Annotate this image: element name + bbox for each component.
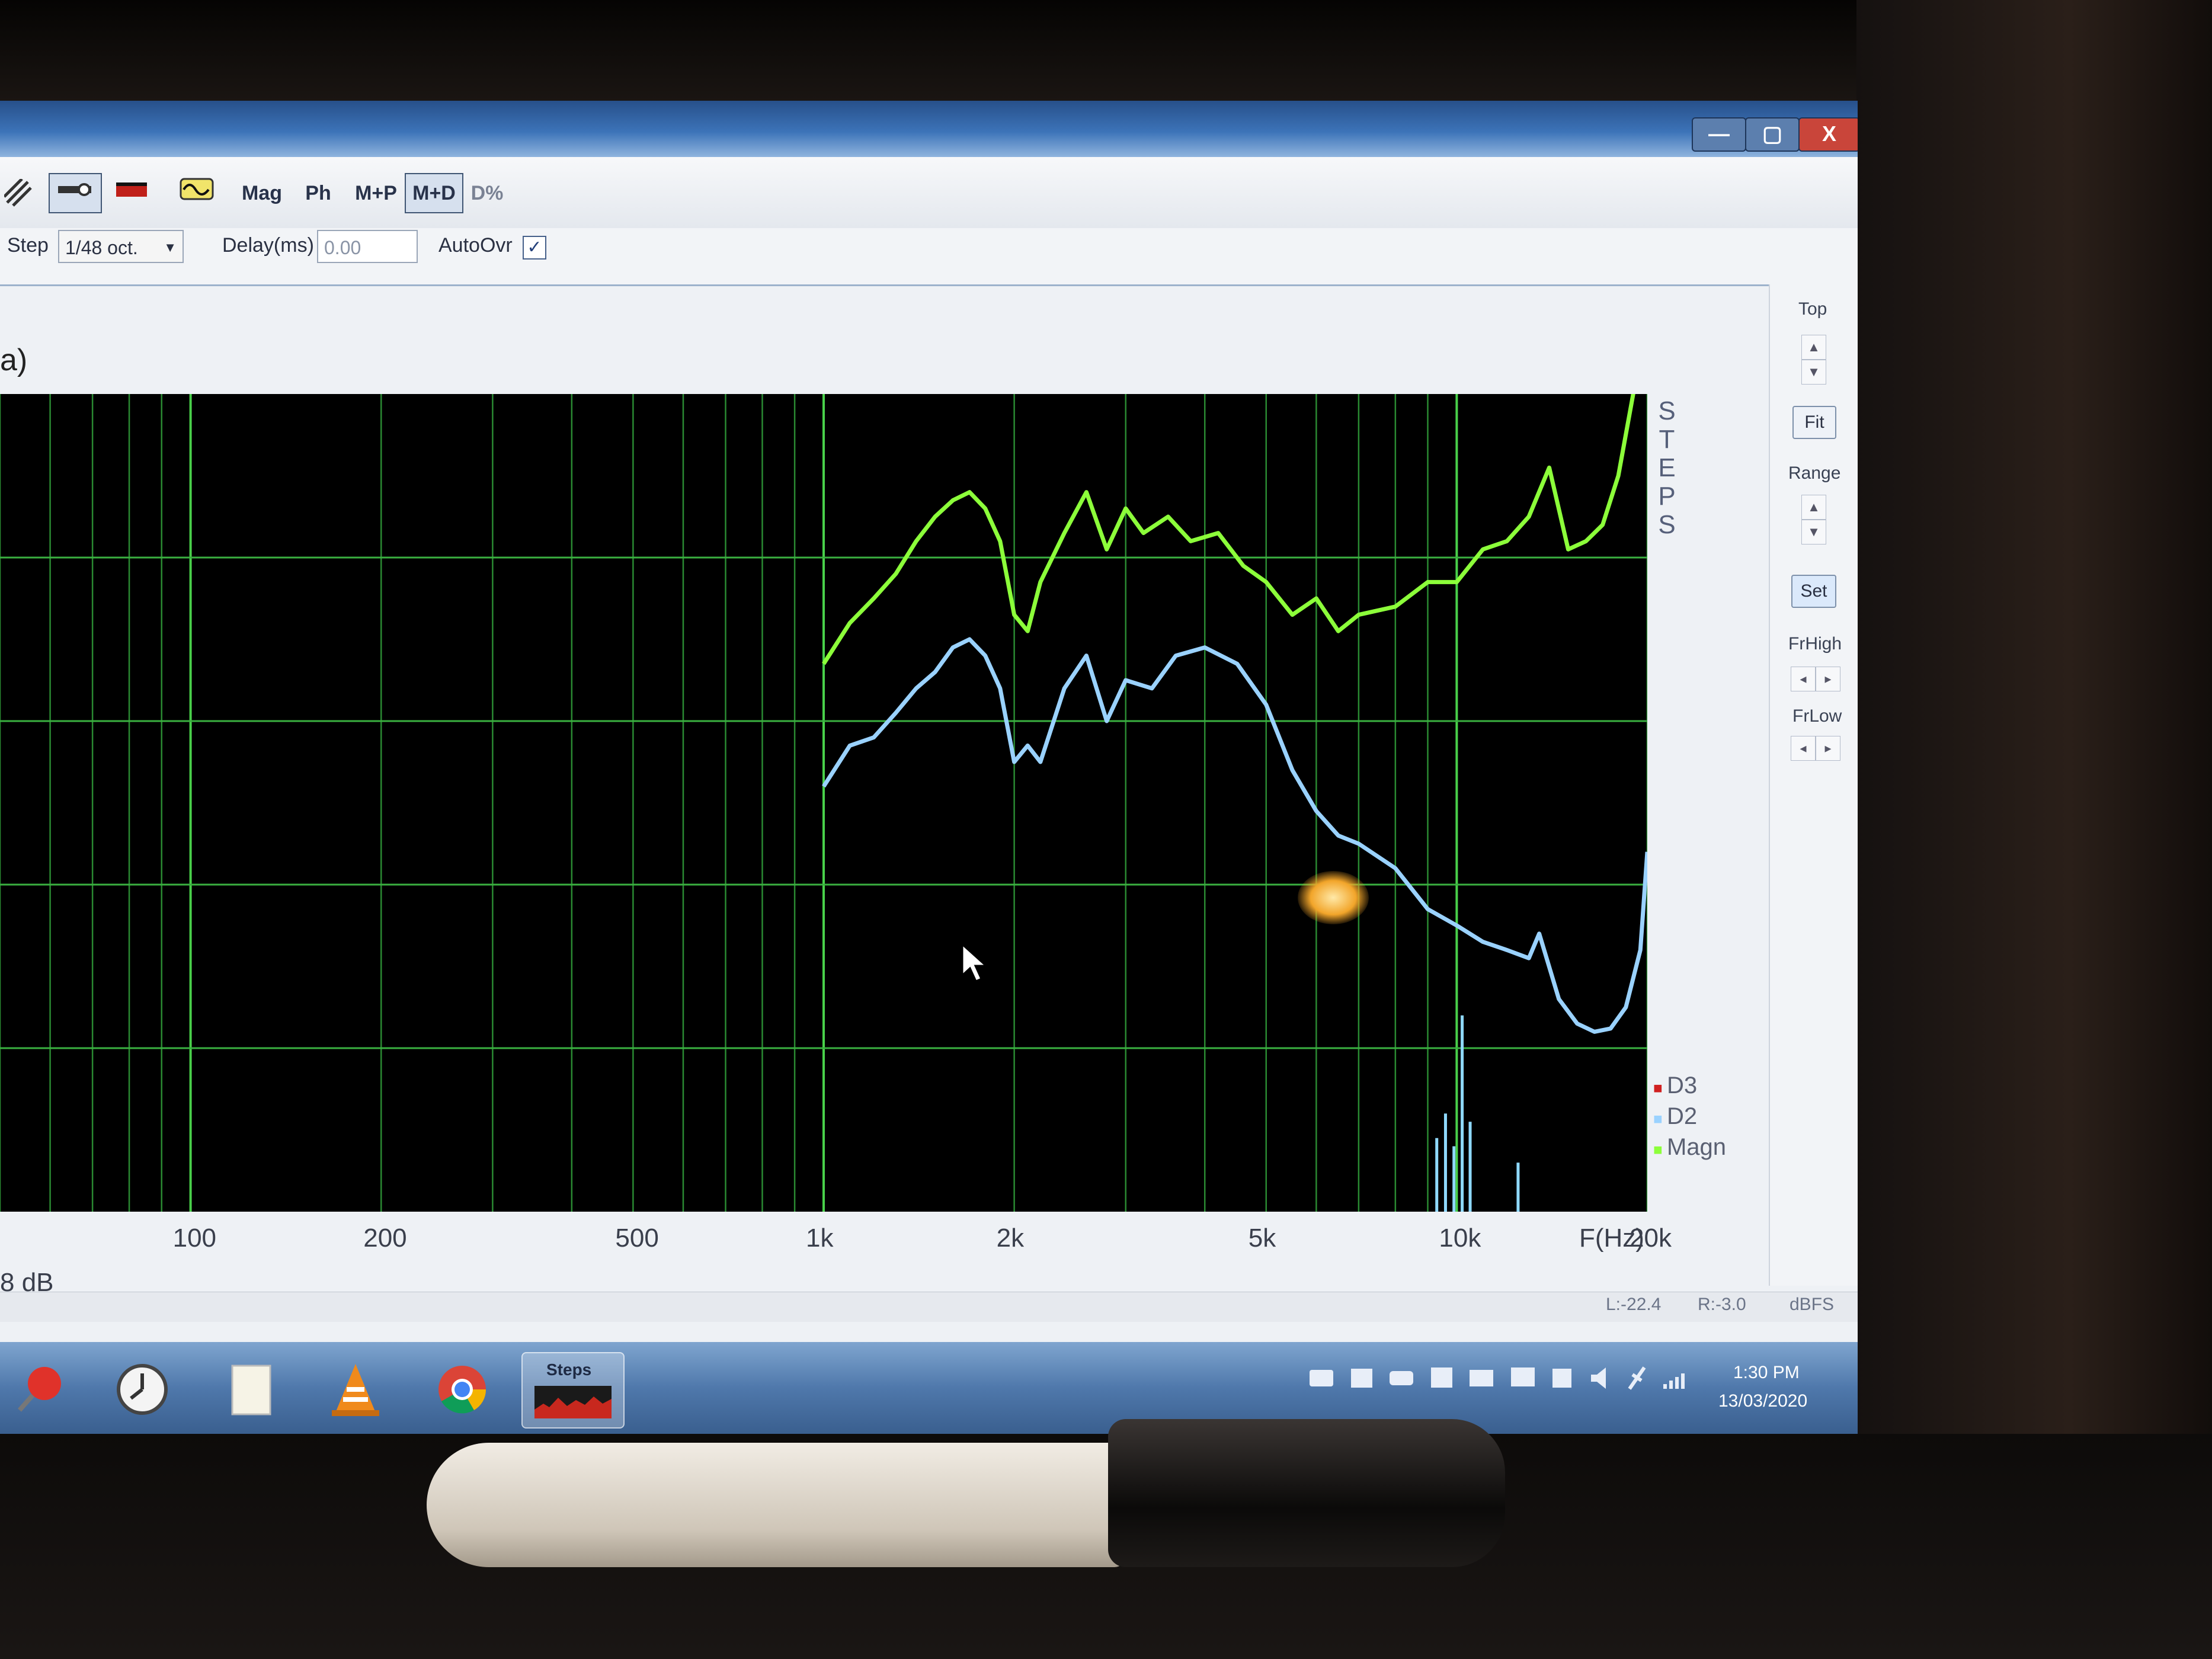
window-header-fragment: a): [0, 343, 28, 377]
steps-taskbar-button[interactable]: Steps: [521, 1352, 625, 1429]
legend-label: D3: [1666, 1072, 1698, 1098]
distortion-percent-button[interactable]: D%: [465, 173, 509, 213]
x-tick-label: 100: [172, 1224, 217, 1253]
frlow-left-button[interactable]: ◂: [1791, 736, 1816, 761]
clock-icon[interactable]: [110, 1357, 175, 1422]
legend-item-magn: ■ Magn: [1653, 1134, 1726, 1161]
chart-svg: [0, 295, 1650, 1212]
restore-button[interactable]: ▢: [1745, 117, 1800, 152]
marker-body: [427, 1443, 1126, 1567]
level-unit: dBFS: [1790, 1295, 1835, 1314]
x-tick-label: 5k: [1248, 1224, 1276, 1253]
tool-icon-hatch[interactable]: [0, 178, 38, 218]
legend-swatch: ■: [1653, 1110, 1667, 1128]
chrome-icon[interactable]: [430, 1357, 495, 1422]
legend-item-d3: ■ D3: [1653, 1072, 1697, 1099]
frhigh-left-button[interactable]: ◂: [1791, 667, 1816, 691]
series-line-d2: [822, 637, 1650, 1034]
level-left: L:-22.4: [1606, 1295, 1662, 1314]
sharpie-marker: [427, 1419, 1505, 1576]
frhigh-label: FrHigh: [1788, 634, 1842, 654]
laptop-screen: — ▢ X Mag Ph M+P M+D D% Step 1/48 oct. ▼…: [0, 101, 1858, 1434]
legend-swatch: ■: [1653, 1079, 1667, 1097]
x-tick-label: 20k: [1630, 1224, 1672, 1253]
autoovr-label: AutoOvr: [438, 234, 513, 257]
top-up-button[interactable]: ▲: [1801, 335, 1826, 360]
range-up-button[interactable]: ▲: [1801, 495, 1826, 520]
step-value: 1/48 oct.: [65, 237, 138, 258]
window-titlebar: — ▢ X: [0, 101, 1858, 157]
probe-tool-icon[interactable]: [49, 173, 102, 213]
frequency-response-plot: [0, 295, 1650, 1212]
delay-label: Delay(ms): [222, 234, 314, 257]
steps-vertical-letter: T: [1659, 425, 1675, 454]
legend-item-d2: ■ D2: [1653, 1103, 1697, 1130]
fit-button[interactable]: Fit: [1792, 406, 1836, 439]
screen-glare: [1298, 871, 1369, 924]
legend-swatch: ■: [1653, 1141, 1667, 1158]
top-label: Top: [1798, 299, 1827, 319]
mag-distortion-button[interactable]: M+D: [405, 173, 463, 213]
legend-label: D2: [1666, 1103, 1698, 1129]
marker-cap: [1108, 1419, 1505, 1567]
delay-input[interactable]: 0.00: [317, 230, 418, 263]
steps-app-icon: [534, 1386, 612, 1418]
frhigh-right-button[interactable]: ▸: [1816, 667, 1840, 691]
autoovr-checkbox[interactable]: ✓: [523, 236, 546, 260]
x-tick-label: 200: [363, 1224, 407, 1253]
x-tick-label: 1k: [806, 1224, 834, 1253]
steps-vertical-letter: S: [1658, 396, 1676, 425]
minimize-button[interactable]: —: [1692, 117, 1746, 152]
set-button[interactable]: Set: [1791, 575, 1836, 608]
frlow-right-button[interactable]: ▸: [1816, 736, 1840, 761]
steps-vertical-letter: P: [1658, 482, 1676, 511]
x-tick-label: 500: [615, 1224, 659, 1253]
mag-phase-button[interactable]: M+P: [347, 173, 405, 213]
waveform-icon[interactable]: [175, 173, 219, 213]
clock-date: 13/03/2020: [1718, 1391, 1808, 1411]
spectrum-color-icon[interactable]: [110, 173, 153, 213]
chevron-down-icon: ▼: [164, 240, 177, 255]
step-label: Step: [7, 234, 49, 257]
vlc-icon[interactable]: [323, 1357, 388, 1422]
top-down-button[interactable]: ▼: [1801, 360, 1826, 385]
x-tick-label: 10k: [1439, 1224, 1481, 1253]
phase-button[interactable]: Ph: [296, 173, 340, 213]
steps-vertical-label: STEPS: [1655, 397, 1679, 539]
steps-vertical-letter: E: [1658, 453, 1676, 482]
pushpin-icon[interactable]: [9, 1357, 74, 1422]
range-down-button[interactable]: ▼: [1801, 520, 1826, 545]
steps-taskbar-label: Steps: [546, 1360, 592, 1379]
file-icon[interactable]: [219, 1357, 284, 1422]
x-tick-label: 2k: [996, 1224, 1025, 1253]
close-button[interactable]: X: [1798, 117, 1858, 152]
steps-vertical-letter: S: [1658, 510, 1676, 539]
mouse-cursor-icon: [961, 942, 988, 982]
frlow-label: FrLow: [1792, 706, 1842, 726]
series-line-magn: [822, 295, 1650, 665]
legend-label: Magn: [1666, 1134, 1726, 1160]
status-bar: [0, 1292, 1858, 1322]
system-tray: [1304, 1357, 1707, 1398]
clock-time: 1:30 PM: [1733, 1363, 1800, 1382]
level-right: R:-3.0: [1698, 1295, 1746, 1314]
step-dropdown[interactable]: 1/48 oct. ▼: [58, 230, 184, 263]
mag-button[interactable]: Mag: [237, 173, 287, 213]
laptop-bezel-right: [1856, 0, 2212, 1659]
range-label: Range: [1788, 463, 1841, 483]
